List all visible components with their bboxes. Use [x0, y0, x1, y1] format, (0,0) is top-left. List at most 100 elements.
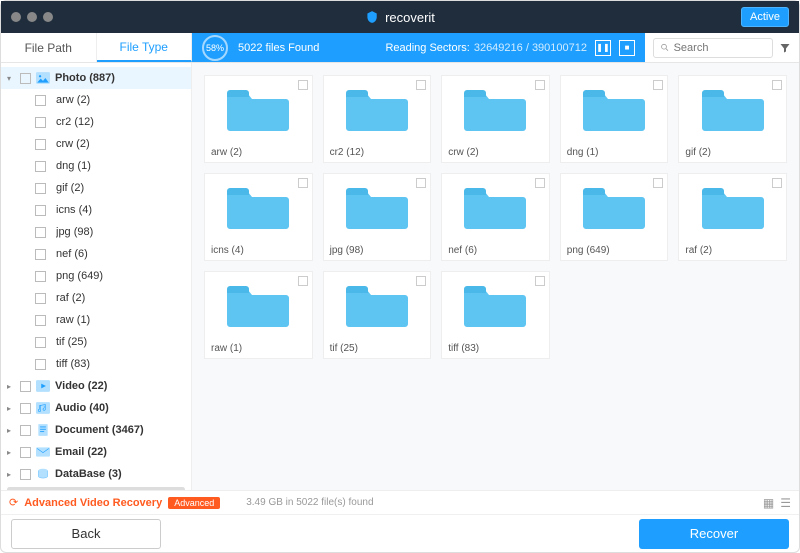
checkbox[interactable] — [298, 178, 308, 188]
brand: recoverit — [365, 10, 435, 25]
checkbox[interactable] — [20, 403, 31, 414]
chevron-right-icon[interactable]: ▸ — [7, 382, 15, 391]
tree-child-item[interactable]: arw (2) — [1, 89, 191, 111]
audio-icon — [36, 402, 50, 414]
checkbox[interactable] — [35, 271, 46, 282]
checkbox[interactable] — [20, 381, 31, 392]
stop-button[interactable]: ■ — [619, 40, 635, 56]
pause-button[interactable]: ❚❚ — [595, 40, 611, 56]
brand-icon — [365, 10, 379, 24]
checkbox[interactable] — [20, 73, 31, 84]
folder-icon — [345, 280, 409, 328]
folder-card[interactable]: icns (4) — [204, 173, 313, 261]
tree-child-item[interactable]: png (649) — [1, 265, 191, 287]
folder-icon — [701, 84, 765, 132]
folder-card[interactable]: cr2 (12) — [323, 75, 432, 163]
checkbox[interactable] — [416, 80, 426, 90]
scan-progress-bar: 58% 5022 files Found Reading Sectors: 32… — [192, 33, 645, 62]
checkbox[interactable] — [416, 178, 426, 188]
checkbox[interactable] — [35, 161, 46, 172]
card-label: dng (1) — [567, 147, 599, 158]
checkbox[interactable] — [35, 337, 46, 348]
tree-child-item[interactable]: nef (6) — [1, 243, 191, 265]
checkbox[interactable] — [772, 178, 782, 188]
checkbox[interactable] — [35, 117, 46, 128]
tree-child-item[interactable]: cr2 (12) — [1, 111, 191, 133]
checkbox[interactable] — [35, 293, 46, 304]
tree-child-item[interactable]: crw (2) — [1, 133, 191, 155]
checkbox[interactable] — [20, 425, 31, 436]
tree-child-item[interactable]: raf (2) — [1, 287, 191, 309]
checkbox[interactable] — [298, 80, 308, 90]
folder-icon — [582, 84, 646, 132]
folder-card[interactable]: jpg (98) — [323, 173, 432, 261]
folder-card[interactable]: crw (2) — [441, 75, 550, 163]
folder-card[interactable]: arw (2) — [204, 75, 313, 163]
checkbox[interactable] — [35, 315, 46, 326]
tree-video[interactable]: ▸ Video (22) — [1, 375, 191, 397]
checkbox[interactable] — [535, 178, 545, 188]
tree-audio[interactable]: ▸ Audio (40) — [1, 397, 191, 419]
tree-child-item[interactable]: tiff (83) — [1, 353, 191, 375]
list-view-icon[interactable]: ☰ — [780, 496, 791, 510]
folder-grid: arw (2)cr2 (12)crw (2) dng (1) gif (2) icns… — [204, 75, 787, 359]
back-button[interactable]: Back — [11, 519, 161, 549]
tree-child-item[interactable]: gif (2) — [1, 177, 191, 199]
checkbox[interactable] — [772, 80, 782, 90]
tree-label: Photo (887) — [55, 72, 115, 84]
advanced-video-recovery-link[interactable]: Advanced Video Recovery — [24, 497, 162, 509]
chevron-down-icon[interactable]: ▾ — [7, 74, 15, 83]
folder-card[interactable]: dng (1) — [560, 75, 669, 163]
checkbox[interactable] — [35, 183, 46, 194]
tab-file-path[interactable]: File Path — [1, 33, 97, 62]
active-button[interactable]: Active — [741, 7, 789, 27]
checkbox[interactable] — [35, 249, 46, 260]
checkbox[interactable] — [20, 447, 31, 458]
checkbox[interactable] — [535, 80, 545, 90]
tree-document[interactable]: ▸ Document (3467) — [1, 419, 191, 441]
email-icon — [36, 446, 50, 458]
checkbox[interactable] — [35, 227, 46, 238]
window-controls[interactable] — [11, 12, 53, 22]
tab-file-type[interactable]: File Type — [97, 33, 193, 62]
chevron-right-icon[interactable]: ▸ — [7, 470, 15, 479]
folder-card[interactable]: tiff (83) — [441, 271, 550, 359]
tree-child-item[interactable]: icns (4) — [1, 199, 191, 221]
folder-card[interactable]: nef (6) — [441, 173, 550, 261]
tree-label: jpg (98) — [56, 226, 93, 238]
tree-child-item[interactable]: dng (1) — [1, 155, 191, 177]
chevron-right-icon[interactable]: ▸ — [7, 448, 15, 457]
checkbox[interactable] — [35, 205, 46, 216]
folder-card[interactable]: png (649) — [560, 173, 669, 261]
folder-card[interactable]: raw (1) — [204, 271, 313, 359]
recover-button[interactable]: Recover — [639, 519, 789, 549]
folder-card[interactable]: raf (2) — [678, 173, 787, 261]
tree-child-item[interactable]: tif (25) — [1, 331, 191, 353]
checkbox[interactable] — [535, 276, 545, 286]
tree-email[interactable]: ▸ Email (22) — [1, 441, 191, 463]
tree-child-item[interactable]: jpg (98) — [1, 221, 191, 243]
search-box[interactable] — [653, 38, 773, 58]
filter-icon[interactable] — [779, 42, 791, 54]
checkbox[interactable] — [35, 139, 46, 150]
tree-database[interactable]: ▸ DataBase (3) — [1, 463, 191, 485]
tree-child-item[interactable]: raw (1) — [1, 309, 191, 331]
card-label: raw (1) — [211, 343, 242, 354]
checkbox[interactable] — [298, 276, 308, 286]
checkbox[interactable] — [35, 95, 46, 106]
chevron-right-icon[interactable]: ▸ — [7, 426, 15, 435]
folder-card[interactable]: gif (2) — [678, 75, 787, 163]
scrollbar[interactable] — [7, 487, 185, 490]
folder-icon — [701, 182, 765, 230]
checkbox[interactable] — [35, 359, 46, 370]
chevron-right-icon[interactable]: ▸ — [7, 404, 15, 413]
checkbox[interactable] — [20, 469, 31, 480]
tree-photo[interactable]: ▾ Photo (887) — [1, 67, 191, 89]
checkbox[interactable] — [416, 276, 426, 286]
tree-label: raf (2) — [56, 292, 85, 304]
search-input[interactable] — [674, 42, 766, 54]
checkbox[interactable] — [653, 178, 663, 188]
grid-view-icon[interactable]: ▦ — [763, 496, 774, 510]
checkbox[interactable] — [653, 80, 663, 90]
folder-card[interactable]: tif (25) — [323, 271, 432, 359]
